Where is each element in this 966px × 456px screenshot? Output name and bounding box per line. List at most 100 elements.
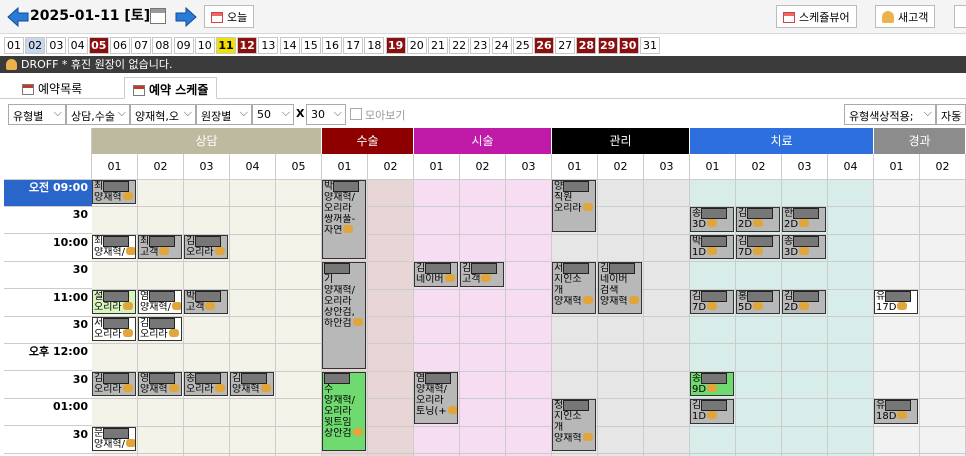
appointment-card[interactable]: 박 1D	[690, 234, 734, 260]
day-04[interactable]: 04	[67, 37, 88, 54]
appointment-card[interactable]: 김 2D	[782, 289, 826, 314]
schedule-column[interactable]	[920, 180, 966, 456]
day-08[interactable]: 08	[152, 37, 173, 54]
today-button[interactable]: 오늘	[204, 5, 255, 28]
appointment-card[interactable]: 송 오리라	[184, 371, 228, 397]
appointment-card[interactable]: 서 지인소 개 양재혁	[552, 262, 596, 314]
type-select[interactable]: 유형별	[8, 104, 66, 125]
new-client-button[interactable]: 새고객	[875, 5, 936, 28]
day-13[interactable]: 13	[258, 37, 279, 54]
day-10[interactable]: 10	[194, 37, 215, 54]
count-select[interactable]: 30	[306, 104, 346, 125]
current-date[interactable]: 2025-01-11 [토]	[30, 5, 150, 25]
day-23[interactable]: 23	[470, 37, 491, 54]
appointment-card[interactable]: 한 2D	[782, 207, 826, 232]
day-06[interactable]: 06	[110, 37, 130, 54]
appointment-card[interactable]: 박 고객	[184, 289, 228, 314]
appointment-card[interactable]: 김 1D	[690, 399, 734, 424]
day-03[interactable]: 03	[46, 37, 67, 54]
appointment-card[interactable]: 송 9D	[690, 371, 734, 397]
appointment-card[interactable]: 홍 5D	[736, 289, 780, 314]
day-21[interactable]: 21	[428, 37, 448, 54]
schedule-column[interactable]	[184, 180, 230, 456]
consult-select[interactable]: 상담,수술	[66, 104, 130, 125]
day-18[interactable]: 18	[364, 37, 385, 54]
appointment-card[interactable]: 영 양재혁	[138, 371, 182, 397]
schedule-column[interactable]	[828, 180, 874, 456]
interval-select[interactable]: 50	[252, 104, 294, 125]
day-11[interactable]: 11	[216, 37, 236, 54]
more-button[interactable]	[954, 5, 966, 28]
day-14[interactable]: 14	[279, 37, 300, 54]
appointment-card[interactable]: 염 양재혁/	[138, 289, 182, 314]
appointment-card[interactable]: 김 오리라	[184, 234, 228, 260]
appointment-card[interactable]: 김 오리라	[92, 371, 136, 397]
view-all-checkbox[interactable]	[350, 108, 362, 120]
schedule-column[interactable]	[460, 180, 506, 456]
appointment-card[interactable]: 김 양재혁	[230, 371, 274, 397]
calendar-icon[interactable]	[150, 8, 166, 24]
appointment-text: 서	[554, 263, 595, 275]
schedule-viewer-button[interactable]: 스케쥴뷰어	[776, 5, 857, 28]
appointment-card[interactable]: 유 18D	[874, 399, 918, 424]
staff-select[interactable]: 양재혁,오	[130, 104, 196, 125]
appointment-card[interactable]: 김 고객	[460, 262, 504, 287]
schedule-column[interactable]	[506, 180, 552, 456]
schedule-column[interactable]	[598, 180, 644, 456]
appointment-card[interactable]: 송 3D	[690, 207, 734, 232]
appointment-card[interactable]: 박 양재혁/오리라 쌍꺼풀- 자연	[322, 180, 366, 260]
schedule-column[interactable]	[230, 180, 276, 456]
day-16[interactable]: 16	[322, 37, 342, 54]
appointment-card[interactable]: 기 양재혁/오리라 상안검, 하안검	[322, 262, 366, 369]
day-26[interactable]: 26	[534, 37, 554, 54]
color-select[interactable]: 유형색상적용;	[844, 104, 936, 125]
day-17[interactable]: 17	[343, 37, 364, 54]
appointment-card[interactable]: 김 2D	[736, 207, 780, 232]
appointment-card[interactable]: 정 지인소 개 양재혁	[552, 399, 596, 451]
appointment-card[interactable]: 최 양재혁/	[92, 234, 136, 260]
day-28[interactable]: 28	[576, 37, 597, 54]
schedule-column[interactable]	[276, 180, 322, 456]
day-02[interactable]: 02	[25, 37, 46, 54]
day-07[interactable]: 07	[131, 37, 152, 54]
appointment-card[interactable]: 송 3D	[782, 234, 826, 260]
schedule-column[interactable]	[644, 180, 690, 456]
day-31[interactable]: 31	[640, 37, 660, 54]
appointment-card[interactable]: 김 네이버 검색 양재혁	[598, 262, 642, 314]
day-12[interactable]: 12	[237, 37, 258, 54]
day-29[interactable]: 29	[597, 37, 618, 54]
appointment-card[interactable]: 양 직원 오리라	[552, 180, 596, 232]
appointment-card[interactable]: 최 양재혁	[92, 180, 136, 205]
tab-reservation-schedule[interactable]: 예약 스케쥴	[124, 77, 218, 99]
day-20[interactable]: 20	[406, 37, 427, 54]
day-09[interactable]: 09	[173, 37, 194, 54]
day-05[interactable]: 05	[88, 37, 109, 54]
appointment-card[interactable]: 최 고객	[138, 234, 182, 260]
auto-select[interactable]: 자동	[936, 104, 966, 125]
day-25[interactable]: 25	[512, 37, 533, 54]
day-24[interactable]: 24	[491, 37, 512, 54]
director-select[interactable]: 원장별	[196, 104, 252, 125]
appointment-card[interactable]: 김 7D	[690, 289, 734, 314]
schedule-column[interactable]	[368, 180, 414, 456]
tab-reservation-list[interactable]: 예약목록	[14, 77, 90, 99]
appointment-card[interactable]: 김 네이버	[414, 262, 458, 287]
appointment-card[interactable]: 김 오리라	[138, 317, 182, 342]
appointment-card[interactable]: 김 7D	[736, 234, 780, 260]
appointment-card[interactable]: 염 양재혁/오리라 토닝(+	[414, 371, 458, 424]
appointment-card[interactable]: 유 17D	[874, 289, 918, 314]
prev-day-arrow-icon[interactable]	[6, 6, 30, 28]
hand-icon	[707, 301, 718, 310]
day-27[interactable]: 27	[555, 37, 576, 54]
column-header: 03	[506, 154, 552, 180]
day-22[interactable]: 22	[449, 37, 470, 54]
day-30[interactable]: 30	[618, 37, 639, 54]
day-15[interactable]: 15	[300, 37, 321, 54]
appointment-card[interactable]: 설 오리라	[92, 289, 136, 314]
appointment-card[interactable]: 수 양재혁/오리라 윗트임 상안검	[322, 371, 366, 451]
day-01[interactable]: 01	[4, 37, 24, 54]
day-19[interactable]: 19	[385, 37, 406, 54]
appointment-card[interactable]: 서 오리라	[92, 317, 136, 342]
next-day-arrow-icon[interactable]	[174, 6, 198, 28]
appointment-card[interactable]: 문 양재혁/	[92, 426, 136, 451]
